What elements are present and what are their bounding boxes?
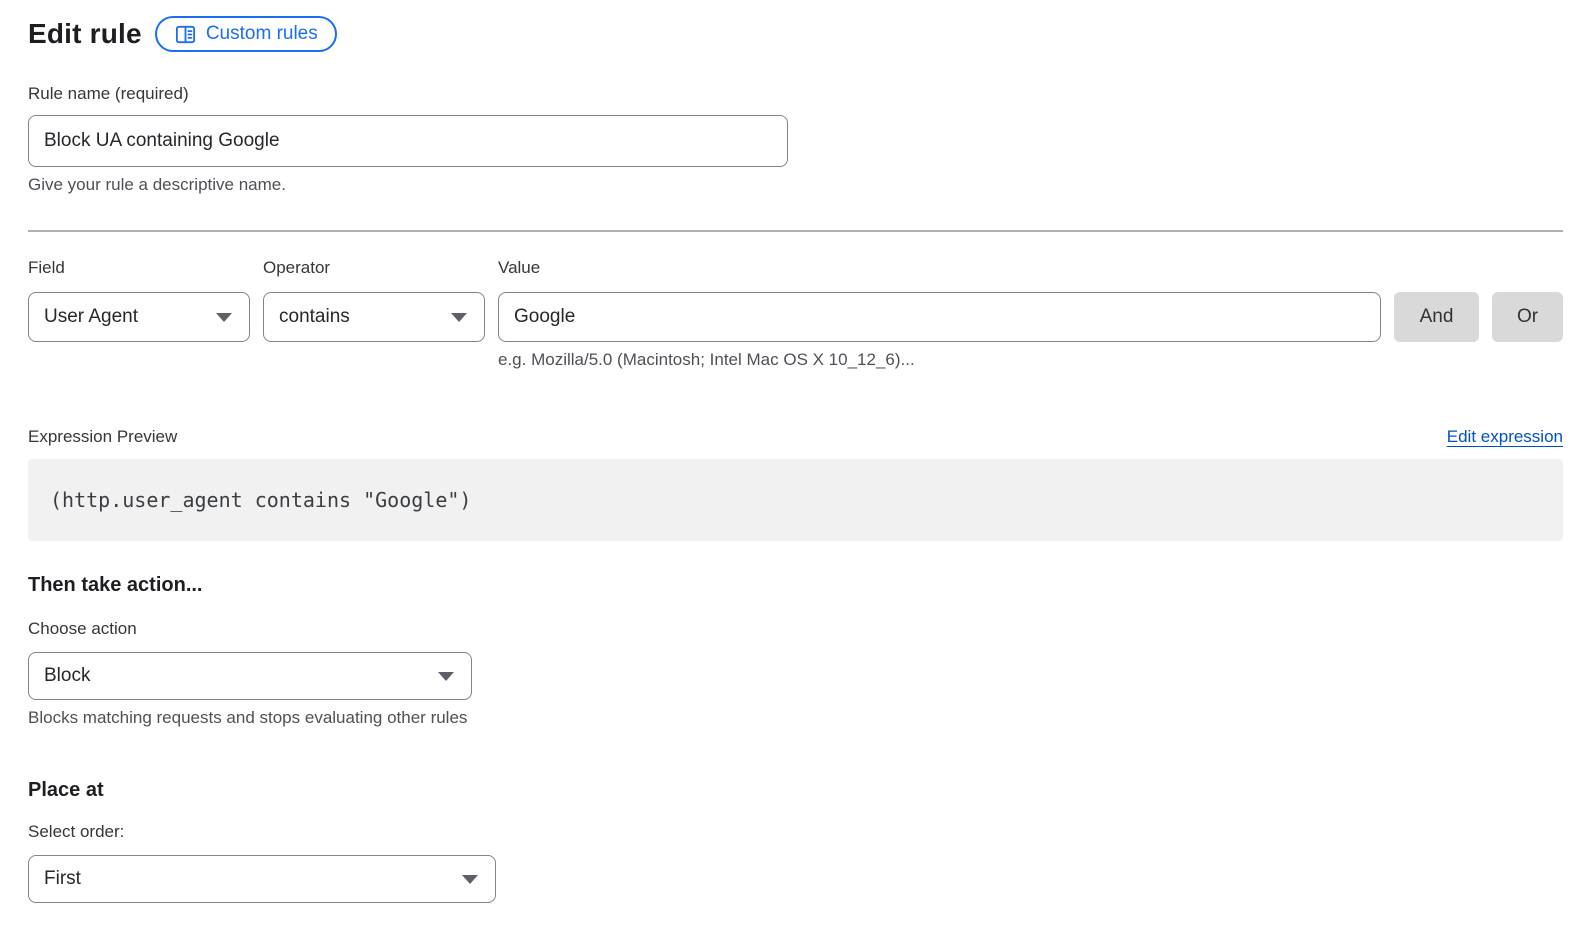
custom-rules-badge-label: Custom rules	[206, 23, 318, 45]
value-help: e.g. Mozilla/5.0 (Macintosh; Intel Mac O…	[498, 350, 1563, 370]
field-label: Field	[28, 258, 250, 278]
expression-code: (http.user_agent contains "Google")	[50, 488, 471, 512]
condition-controls-row: User Agent contains And Or	[28, 292, 1563, 342]
expression-preview-label: Expression Preview	[28, 427, 177, 447]
custom-rules-badge[interactable]: Custom rules	[155, 16, 337, 52]
page-title: Edit rule	[28, 18, 142, 50]
action-help: Blocks matching requests and stops evalu…	[28, 708, 1563, 728]
chevron-down-icon	[462, 875, 478, 884]
condition-labels-row: Field Operator Value	[28, 258, 1563, 278]
choose-action-label: Choose action	[28, 619, 1563, 639]
section-divider	[28, 230, 1563, 232]
action-select[interactable]: Block	[28, 652, 472, 700]
chevron-down-icon	[216, 313, 232, 322]
edit-expression-link[interactable]: Edit expression	[1447, 427, 1563, 447]
rule-name-help: Give your rule a descriptive name.	[28, 175, 1563, 195]
book-icon	[174, 23, 197, 46]
expression-code-box: (http.user_agent contains "Google")	[28, 459, 1563, 541]
edit-rule-form: Edit rule Custom rules Rule name (requir…	[28, 15, 1563, 903]
field-select-value: User Agent	[44, 306, 138, 328]
operator-select[interactable]: contains	[263, 292, 485, 342]
chevron-down-icon	[451, 313, 467, 322]
place-at-heading: Place at	[28, 778, 1563, 802]
action-heading: Then take action...	[28, 573, 1563, 597]
order-select[interactable]: First	[28, 855, 496, 903]
expression-preview-row: Expression Preview Edit expression	[28, 427, 1563, 447]
field-select[interactable]: User Agent	[28, 292, 250, 342]
operator-select-value: contains	[279, 306, 350, 328]
chevron-down-icon	[438, 672, 454, 681]
value-label: Value	[498, 258, 1563, 278]
rule-name-input[interactable]	[28, 115, 788, 167]
select-order-label: Select order:	[28, 822, 1563, 842]
rule-name-label: Rule name (required)	[28, 84, 1563, 104]
page-header: Edit rule Custom rules	[28, 15, 1563, 53]
order-select-value: First	[44, 868, 81, 890]
value-input[interactable]	[498, 292, 1381, 342]
and-button[interactable]: And	[1394, 292, 1479, 342]
or-button[interactable]: Or	[1492, 292, 1563, 342]
operator-label: Operator	[263, 258, 485, 278]
action-select-value: Block	[44, 665, 90, 687]
